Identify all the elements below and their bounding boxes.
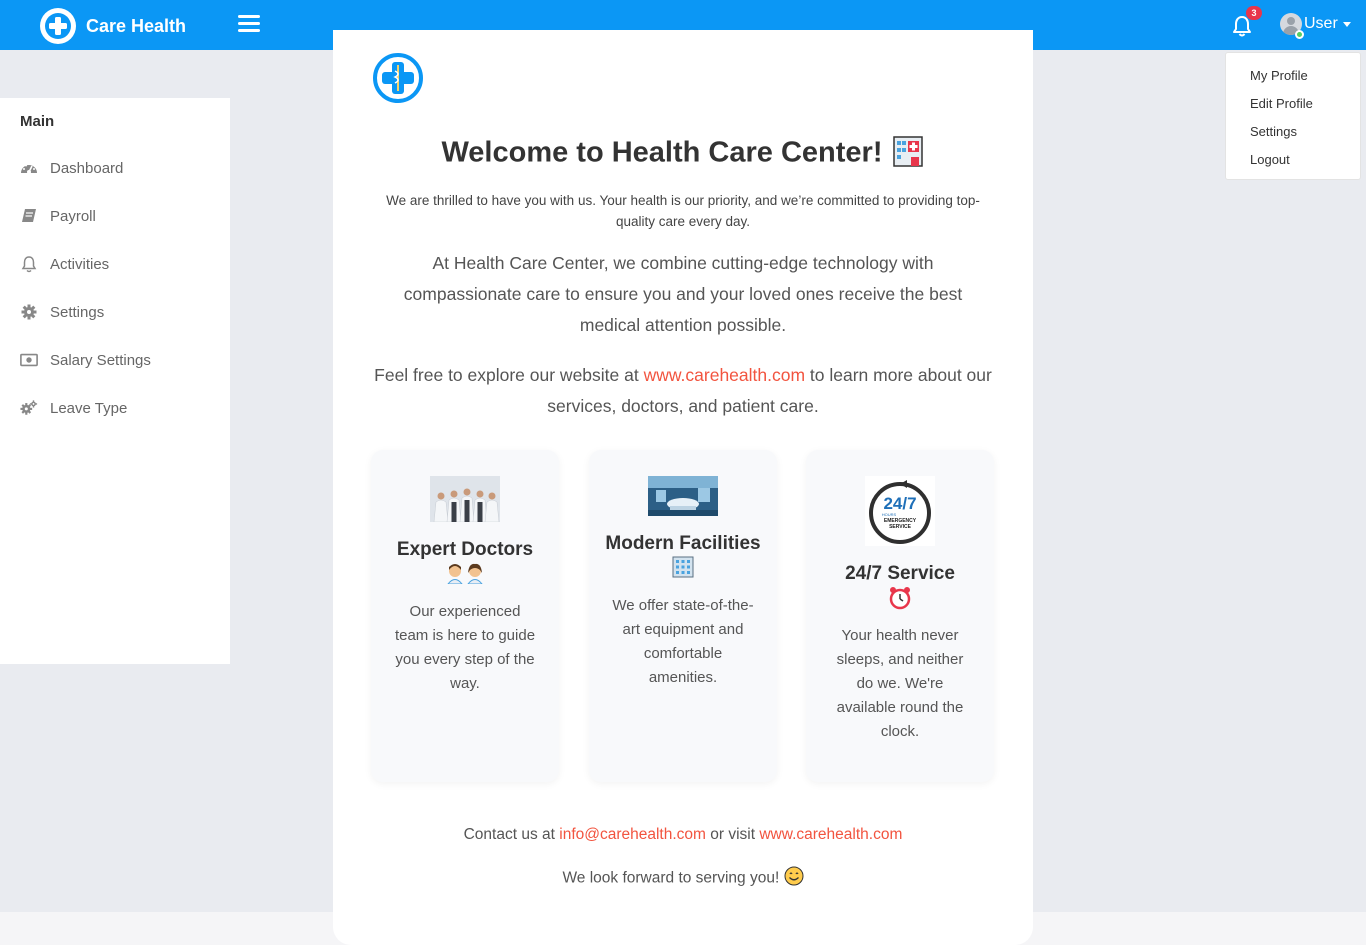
sidebar-item-label: Payroll (50, 207, 96, 225)
badge-service-text: SERVICE (889, 524, 912, 530)
sidebar-item-label: Settings (50, 303, 105, 321)
contact-line: Contact us at info@carehealth.com or vis… (463, 826, 903, 843)
user-dropdown-menu: My Profile Edit Profile Settings Logout (1225, 52, 1361, 180)
feature-description: Our experienced team is here to guide yo… (394, 603, 536, 692)
bell-icon (20, 255, 38, 273)
menu-toggle-icon[interactable] (238, 15, 260, 35)
dropdown-item-edit-profile[interactable]: Edit Profile (1226, 92, 1360, 120)
feature-card-modern-facilities: Modern Facilities We offer state-of-the-… (589, 450, 777, 782)
doctors-photo (430, 476, 500, 527)
description-paragraph: At Health Care Center, we combine cuttin… (403, 253, 963, 335)
brand[interactable]: Care Health (40, 8, 186, 44)
dropdown-item-my-profile[interactable]: My Profile (1226, 64, 1360, 92)
sidebar-item-payroll[interactable]: Payroll (20, 201, 220, 231)
sidebar-item-dashboard[interactable]: Dashboard (20, 153, 220, 183)
sidebar-item-label: Dashboard (50, 159, 124, 177)
sidebar-section-title: Main (20, 113, 55, 130)
page-title: Welcome to Health Care Center! (333, 132, 1033, 176)
brand-name: Care Health (86, 15, 187, 36)
feature-title: Expert Doctors (381, 538, 549, 591)
book-icon (20, 207, 38, 225)
email-link[interactable]: info@carehealth.com (559, 826, 706, 843)
caret-down-icon (1342, 22, 1351, 27)
dropdown-item-settings[interactable]: Settings (1226, 120, 1360, 148)
dropdown-item-logout[interactable]: Logout (1226, 148, 1360, 176)
user-name: User (1304, 15, 1338, 32)
badge-247-text: 24/7 (883, 494, 916, 513)
dashboard-icon (20, 159, 38, 177)
sidebar-item-label: Leave Type (50, 399, 128, 417)
smile-icon (784, 866, 804, 891)
user-menu-button[interactable]: User (1280, 13, 1351, 35)
sidebar-item-label: Salary Settings (50, 351, 151, 369)
hospital-icon (891, 132, 925, 176)
feature-description: Your health never sleeps, and neither do… (836, 627, 964, 740)
money-icon (20, 351, 38, 369)
brand-logo-icon (40, 8, 76, 44)
feature-title: Modern Facilities (599, 532, 767, 585)
doctor-icon (445, 562, 485, 591)
badge-hours-text: HOURS (882, 512, 897, 517)
sidebar-item-leave-type[interactable]: Leave Type (20, 393, 220, 423)
explore-paragraph: Feel free to explore our website at www.… (374, 365, 992, 416)
gears-icon (20, 399, 38, 417)
sidebar-item-salary-settings[interactable]: Salary Settings (20, 345, 220, 375)
feature-card-expert-doctors: Expert Doctors Our experienced team is h… (371, 450, 559, 782)
sidebar-item-settings[interactable]: Settings (20, 297, 220, 327)
building-icon (672, 556, 694, 585)
website-link-footer[interactable]: www.carehealth.com (759, 826, 902, 843)
feature-card-24-7-service: 24/7 HOURS EMERGENCY SERVICE 24/7 Servic… (806, 450, 994, 782)
intro-text: We are thrilled to have you with us. You… (386, 193, 980, 229)
sidebar: Main Dashboard Payroll Activities Settin… (0, 98, 230, 664)
alarm-clock-icon (888, 586, 912, 617)
facility-photo (648, 476, 718, 521)
emergency-service-badge: 24/7 HOURS EMERGENCY SERVICE (865, 476, 935, 551)
online-status-dot (1295, 30, 1304, 39)
feature-description: We offer state-of-the-art equipment and … (612, 597, 754, 686)
closing-line: We look forward to serving you! (333, 866, 1033, 891)
sidebar-item-activities[interactable]: Activities (20, 249, 220, 279)
feature-title: 24/7 Service (816, 562, 984, 617)
sidebar-item-label: Activities (50, 255, 110, 273)
notification-count-badge: 3 (1246, 6, 1262, 20)
gear-icon (20, 303, 38, 321)
website-link[interactable]: www.carehealth.com (644, 365, 805, 385)
health-logo-icon (373, 53, 423, 108)
